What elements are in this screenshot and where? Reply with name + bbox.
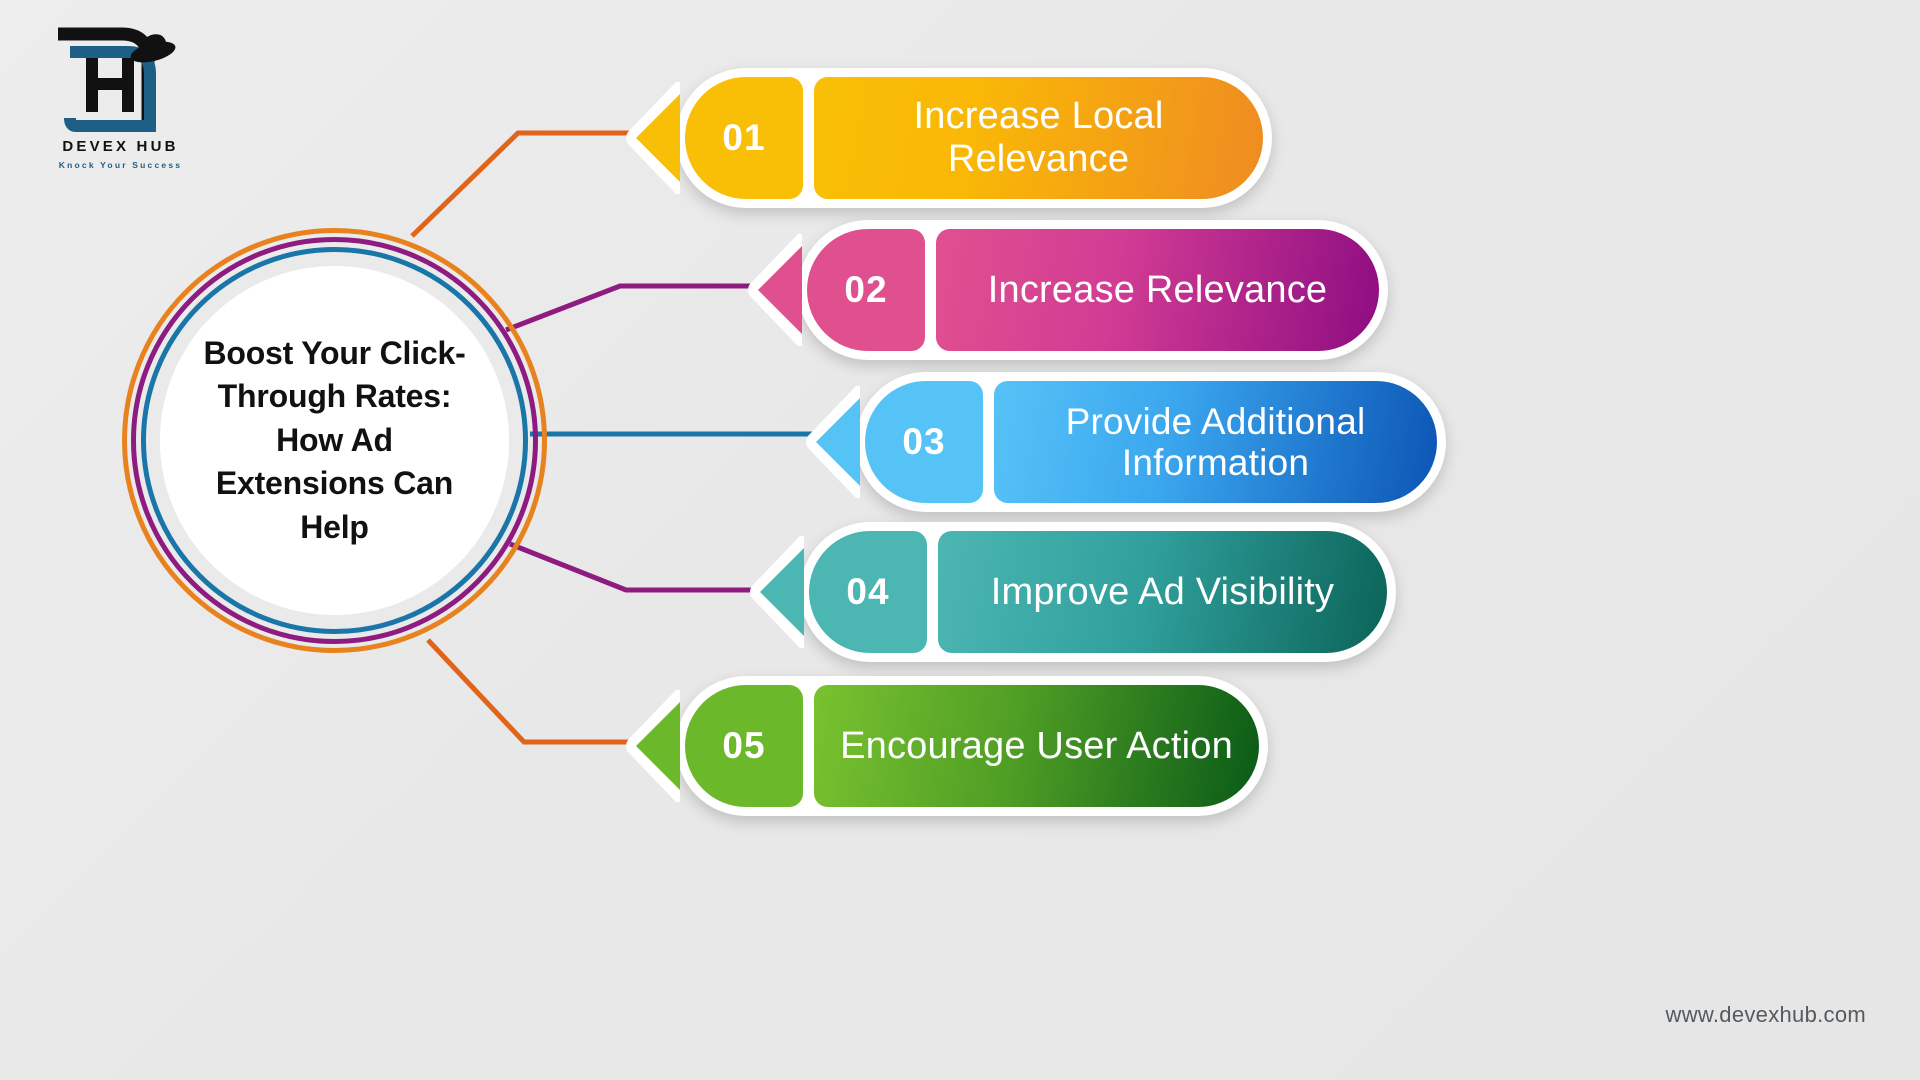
card-label-4: Improve Ad Visibility bbox=[990, 570, 1335, 613]
card-pointer-icon-4 bbox=[750, 536, 804, 648]
card-label-box-3: Provide Additional Information bbox=[994, 381, 1437, 503]
card-pointer-icon-2 bbox=[748, 234, 802, 346]
step-card-4[interactable]: 04 Improve Ad Visibility bbox=[750, 522, 1396, 662]
connector-line-4 bbox=[509, 541, 782, 593]
hub-core: Boost Your Click-Through Rates: How Ad E… bbox=[160, 266, 509, 615]
brand-logo: DEVEX HUB Knock Your Success bbox=[38, 26, 203, 176]
card-label-3: Provide Additional Information bbox=[1065, 400, 1366, 483]
step-card-2[interactable]: 02 Increase Relevance bbox=[748, 220, 1388, 360]
card-label-1: Increase Local Relevance bbox=[913, 95, 1164, 180]
card-number-box-1: 01 bbox=[685, 77, 803, 199]
card-label-box-1: Increase Local Relevance bbox=[814, 77, 1263, 199]
card-pointer-icon-1 bbox=[626, 82, 680, 194]
card-number-5: 05 bbox=[722, 725, 766, 766]
card-pointer-icon-3 bbox=[806, 386, 860, 498]
logo-brand-name: DEVEX HUB bbox=[62, 138, 179, 155]
card-label-box-5: Encourage User Action bbox=[814, 685, 1259, 807]
logo-tagline: Knock Your Success bbox=[58, 160, 183, 170]
card-number-box-2: 02 bbox=[807, 229, 925, 351]
card-number-1: 01 bbox=[722, 117, 766, 158]
card-pointer-icon-5 bbox=[626, 690, 680, 802]
website-url[interactable]: www.devexhub.com bbox=[1666, 1002, 1866, 1028]
card-label-2: Increase Relevance bbox=[987, 268, 1328, 311]
step-card-5[interactable]: 05 Encourage User Action bbox=[626, 676, 1268, 816]
card-label-box-4: Improve Ad Visibility bbox=[938, 531, 1387, 653]
card-number-3: 03 bbox=[902, 421, 946, 462]
center-hub: Boost Your Click-Through Rates: How Ad E… bbox=[122, 228, 547, 653]
card-number-4: 04 bbox=[846, 571, 890, 612]
card-label-5: Encourage User Action bbox=[840, 724, 1233, 767]
devex-hub-monogram-icon bbox=[58, 27, 176, 132]
card-number-box-4: 04 bbox=[809, 531, 927, 653]
infographic-canvas: DEVEX HUB Knock Your Success Boost Your … bbox=[0, 0, 1920, 1080]
connector-line-2 bbox=[505, 283, 780, 333]
step-card-1[interactable]: 01 Increase Local Relevance bbox=[626, 68, 1272, 208]
card-number-box-3: 03 bbox=[865, 381, 983, 503]
card-number-2: 02 bbox=[844, 269, 888, 310]
hub-title: Boost Your Click-Through Rates: How Ad E… bbox=[203, 334, 466, 545]
card-label-box-2: Increase Relevance bbox=[936, 229, 1379, 351]
card-number-box-5: 05 bbox=[685, 685, 803, 807]
step-card-3[interactable]: 03 Provide Additional Information bbox=[806, 372, 1446, 512]
